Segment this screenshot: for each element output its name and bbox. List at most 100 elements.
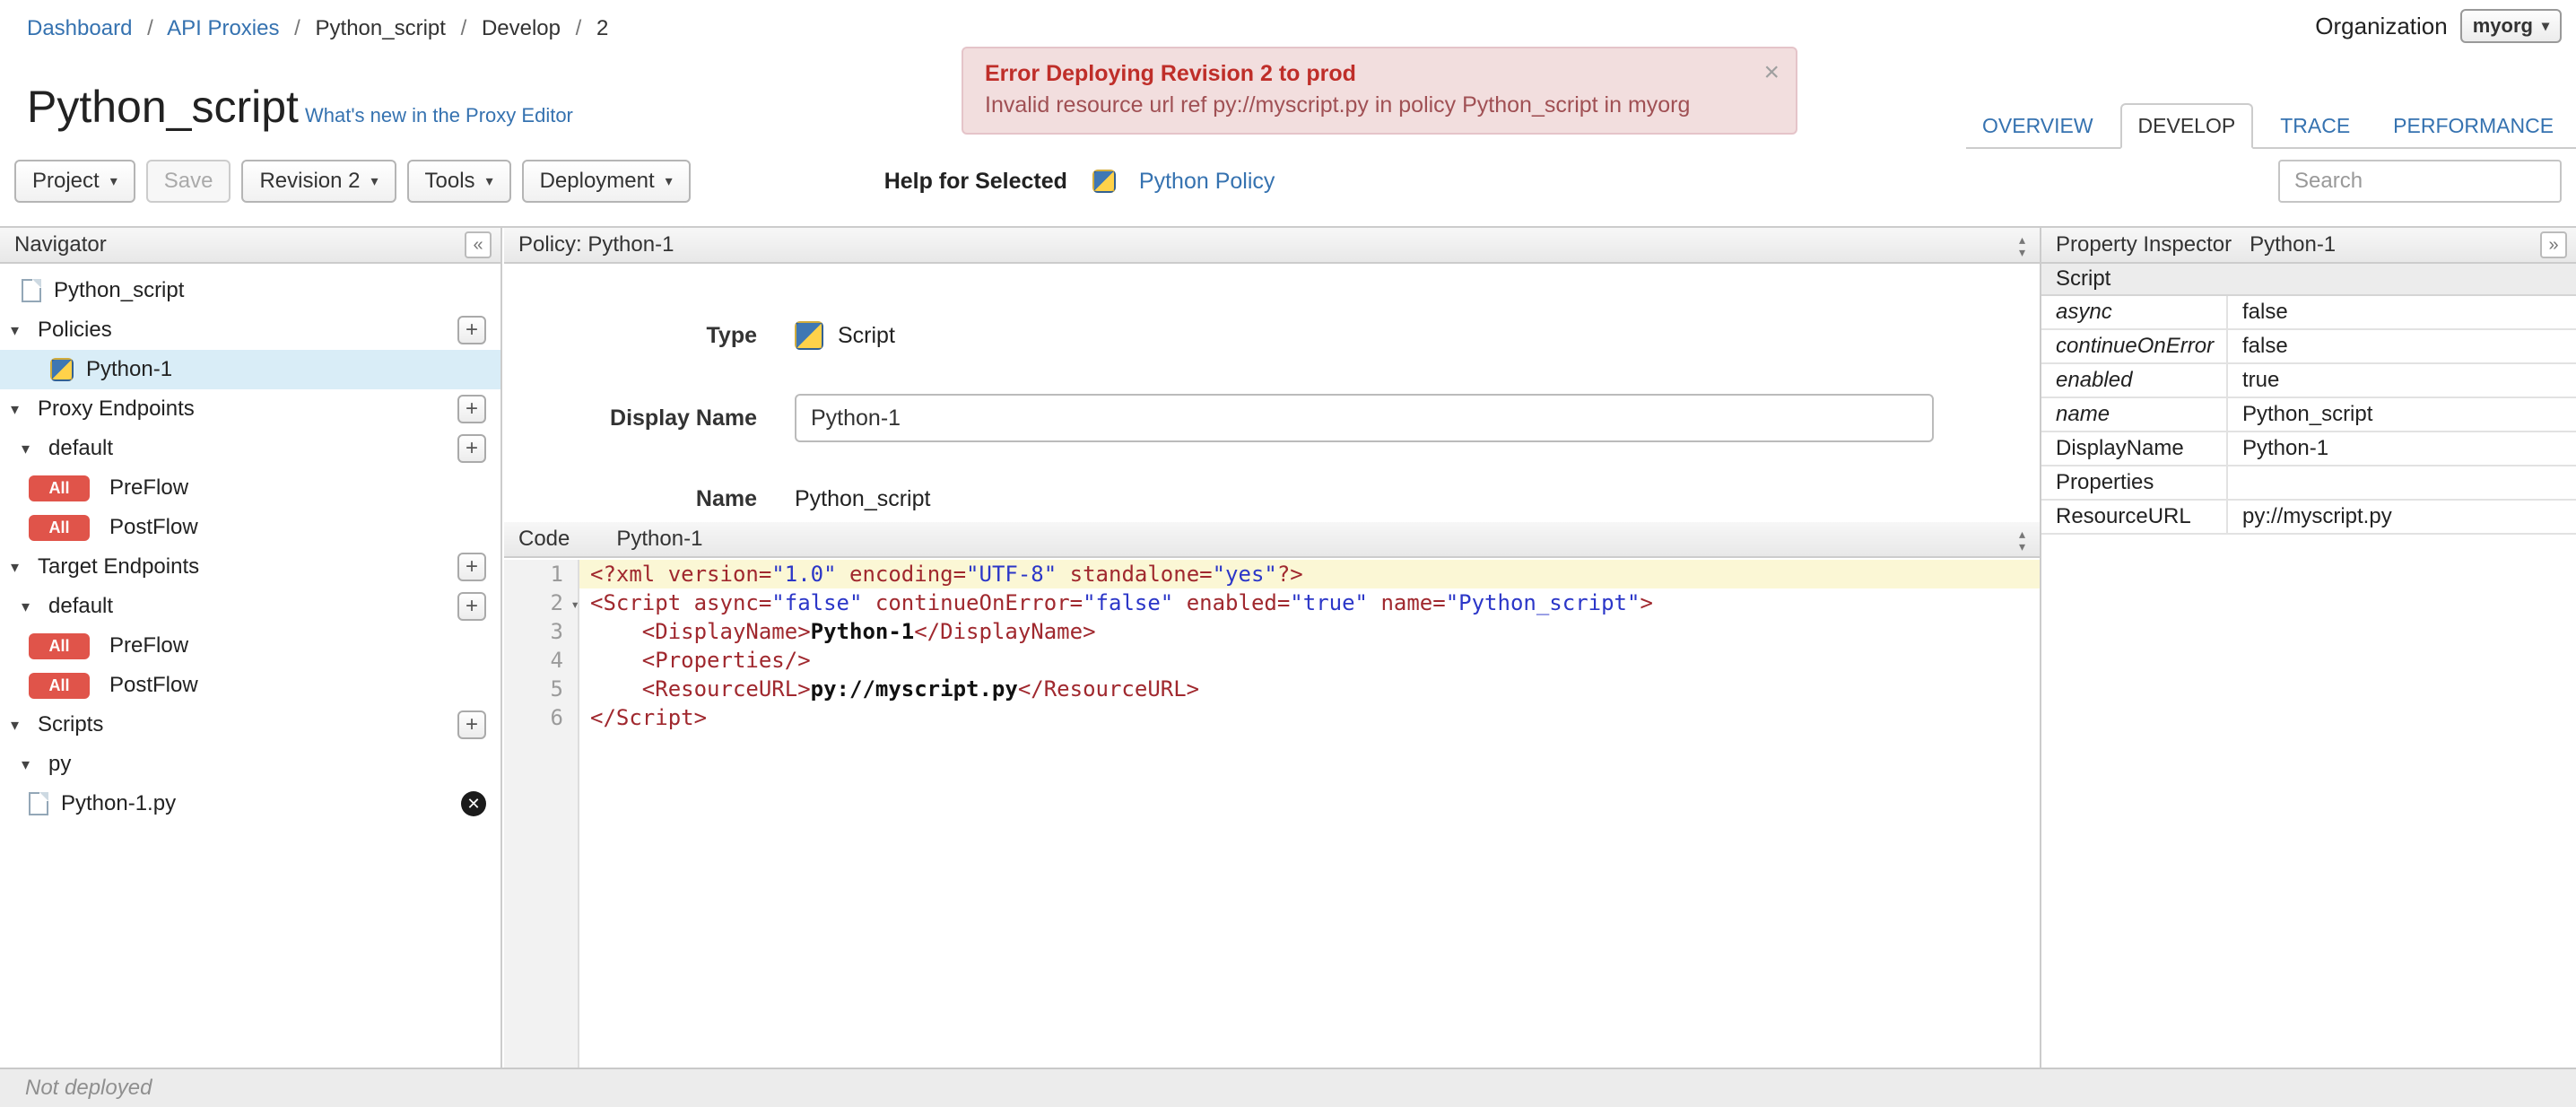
nav-item-label: PreFlow	[109, 475, 189, 500]
help-for-selected-label: Help for Selected	[883, 168, 1067, 194]
python-policy-icon	[1092, 170, 1116, 193]
name-value: Python_script	[795, 485, 931, 511]
nav-item-policies[interactable]: ▾ Policies +	[0, 310, 500, 350]
tab-trace[interactable]: TRACE	[2264, 105, 2366, 147]
fold-arrow-icon[interactable]: ▾	[570, 590, 579, 619]
add-button[interactable]: +	[457, 316, 486, 344]
code-token: <ResourceURL>	[641, 676, 811, 702]
project-button[interactable]: Project ▾	[14, 160, 135, 203]
save-button-label: Save	[163, 169, 213, 193]
nav-item-preflow[interactable]: All PreFlow	[0, 626, 500, 666]
code-token: <DisplayName>	[641, 619, 811, 644]
property-row-async: async false	[2041, 296, 2576, 330]
deployment-button[interactable]: Deployment ▾	[521, 160, 691, 203]
property-value: false	[2242, 334, 2288, 358]
document-icon	[22, 279, 41, 302]
nav-item-python-1[interactable]: Python-1	[0, 350, 500, 389]
tab-overview[interactable]: OVERVIEW	[1966, 105, 2110, 147]
expand-pane-icon[interactable]: »	[2540, 231, 2567, 258]
search-input[interactable]	[2278, 160, 2562, 203]
nav-item-py[interactable]: ▾ py	[0, 745, 500, 784]
display-name-label: Display Name	[610, 405, 757, 431]
nav-item-target-endpoints[interactable]: ▾ Target Endpoints +	[0, 547, 500, 587]
property-key: name	[2041, 398, 2228, 431]
code-line[interactable]: 1 <?xml version="1.0" encoding="UTF-8" st…	[504, 560, 2040, 588]
property-table: async false continueOnError false enabled tru…	[2041, 296, 2576, 535]
code-token: "1.0"	[771, 562, 837, 587]
line-number: 3	[550, 619, 563, 644]
navigator-pane: Navigator « Python_script ▾ Policies + Pytho…	[0, 228, 502, 1068]
code-line[interactable]: 4 <Properties/>	[504, 646, 2040, 675]
disclosure-triangle-icon[interactable]: ▾	[11, 321, 29, 340]
property-row-continueonerror: continueOnError false	[2041, 330, 2576, 364]
code-token: "false"	[771, 590, 863, 615]
add-button[interactable]: +	[457, 592, 486, 621]
caret-down-icon: ▾	[2541, 19, 2549, 34]
navigator-title: Navigator	[14, 232, 107, 257]
disclosure-triangle-icon[interactable]: ▾	[22, 597, 39, 616]
property-key: async	[2041, 296, 2228, 328]
add-button[interactable]: +	[457, 395, 486, 423]
nav-item-scripts[interactable]: ▾ Scripts +	[0, 705, 500, 745]
nav-item-python-script[interactable]: Python_script	[0, 271, 500, 310]
nav-item-default[interactable]: ▾ default +	[0, 587, 500, 626]
breadcrumb-revision: 2	[596, 16, 609, 40]
whats-new-link[interactable]: What's new in the Proxy Editor	[305, 104, 573, 127]
breadcrumb-dashboard[interactable]: Dashboard	[27, 16, 132, 40]
flow-all-badge: All	[29, 514, 90, 541]
nav-item-preflow[interactable]: All PreFlow	[0, 468, 500, 508]
property-row-enabled: enabled true	[2041, 364, 2576, 398]
organization-select[interactable]: myorg ▾	[2459, 9, 2562, 43]
save-button[interactable]: Save	[145, 160, 231, 203]
disclosure-triangle-icon[interactable]: ▾	[22, 755, 39, 774]
revision-button[interactable]: Revision 2 ▾	[241, 160, 396, 203]
code-header: Code Python-1 ▴ ▾	[504, 522, 2040, 558]
expand-collapse-icon[interactable]: ▴ ▾	[2019, 527, 2025, 553]
tab-performance[interactable]: PERFORMANCE	[2377, 105, 2570, 147]
add-button[interactable]: +	[457, 710, 486, 739]
breadcrumb-api-proxies[interactable]: API Proxies	[167, 16, 279, 40]
disclosure-triangle-icon[interactable]: ▾	[11, 400, 29, 419]
caret-down-icon: ▾	[485, 174, 493, 189]
code-token: Python-1	[810, 619, 915, 644]
close-icon[interactable]: ×	[1763, 57, 1780, 88]
organization-value: myorg	[2472, 14, 2533, 37]
nav-item-python-1-py[interactable]: Python-1.py ✕	[0, 784, 500, 824]
nav-item-label: default	[48, 594, 114, 618]
tools-button[interactable]: Tools ▾	[406, 160, 511, 203]
code-line[interactable]: 6 </Script>	[504, 703, 2040, 732]
nav-item-proxy-endpoints[interactable]: ▾ Proxy Endpoints +	[0, 389, 500, 429]
line-number: 2 ▾	[504, 588, 579, 617]
property-key: enabled	[2041, 364, 2228, 397]
line-number: 6	[550, 705, 563, 730]
code-line[interactable]: 2 ▾ <Script async="false" continueOnError=…	[504, 588, 2040, 617]
code-editor[interactable]: 1 <?xml version="1.0" encoding="UTF-8" st…	[504, 560, 2040, 1068]
deployment-status-text: Not deployed	[25, 1076, 152, 1100]
nav-item-postflow[interactable]: All PostFlow	[0, 508, 500, 547]
type-row: Type Script	[504, 319, 2040, 352]
delete-icon[interactable]: ✕	[461, 791, 486, 816]
disclosure-triangle-icon[interactable]: ▾	[11, 558, 29, 577]
code-line[interactable]: 3 <DisplayName>Python-1</DisplayName>	[504, 617, 2040, 646]
python-policy-help-link[interactable]: Python Policy	[1139, 169, 1275, 195]
tab-develop[interactable]: DEVELOP	[2119, 103, 2254, 149]
add-button[interactable]: +	[457, 553, 486, 581]
collapse-pane-icon[interactable]: «	[465, 231, 492, 258]
expand-collapse-icon[interactable]: ▴ ▾	[2019, 233, 2025, 258]
property-section-header: Script	[2041, 264, 2576, 296]
organization-box: Organization myorg ▾	[2315, 9, 2562, 43]
breadcrumb-proxy-name: Python_script	[315, 16, 446, 40]
nav-item-postflow[interactable]: All PostFlow	[0, 666, 500, 705]
nav-item-default[interactable]: ▾ default +	[0, 429, 500, 468]
property-inspector-pane: Property Inspector Python-1 » Script asy…	[2040, 228, 2576, 1068]
nav-item-label: Python_script	[54, 278, 185, 302]
breadcrumb: Dashboard / API Proxies / Python_script …	[27, 16, 608, 41]
code-line[interactable]: 5 <ResourceURL>py://myscript.py</Resourc…	[504, 675, 2040, 703]
toolbar: Project ▾ Save Revision 2 ▾ Tools ▾ Depl…	[0, 154, 2576, 208]
navigator-header: Navigator «	[0, 228, 500, 264]
disclosure-triangle-icon[interactable]: ▾	[22, 440, 39, 458]
disclosure-triangle-icon[interactable]: ▾	[11, 716, 29, 735]
display-name-input[interactable]	[795, 394, 1934, 442]
code-policy-name: Python-1	[616, 527, 703, 551]
add-button[interactable]: +	[457, 434, 486, 463]
